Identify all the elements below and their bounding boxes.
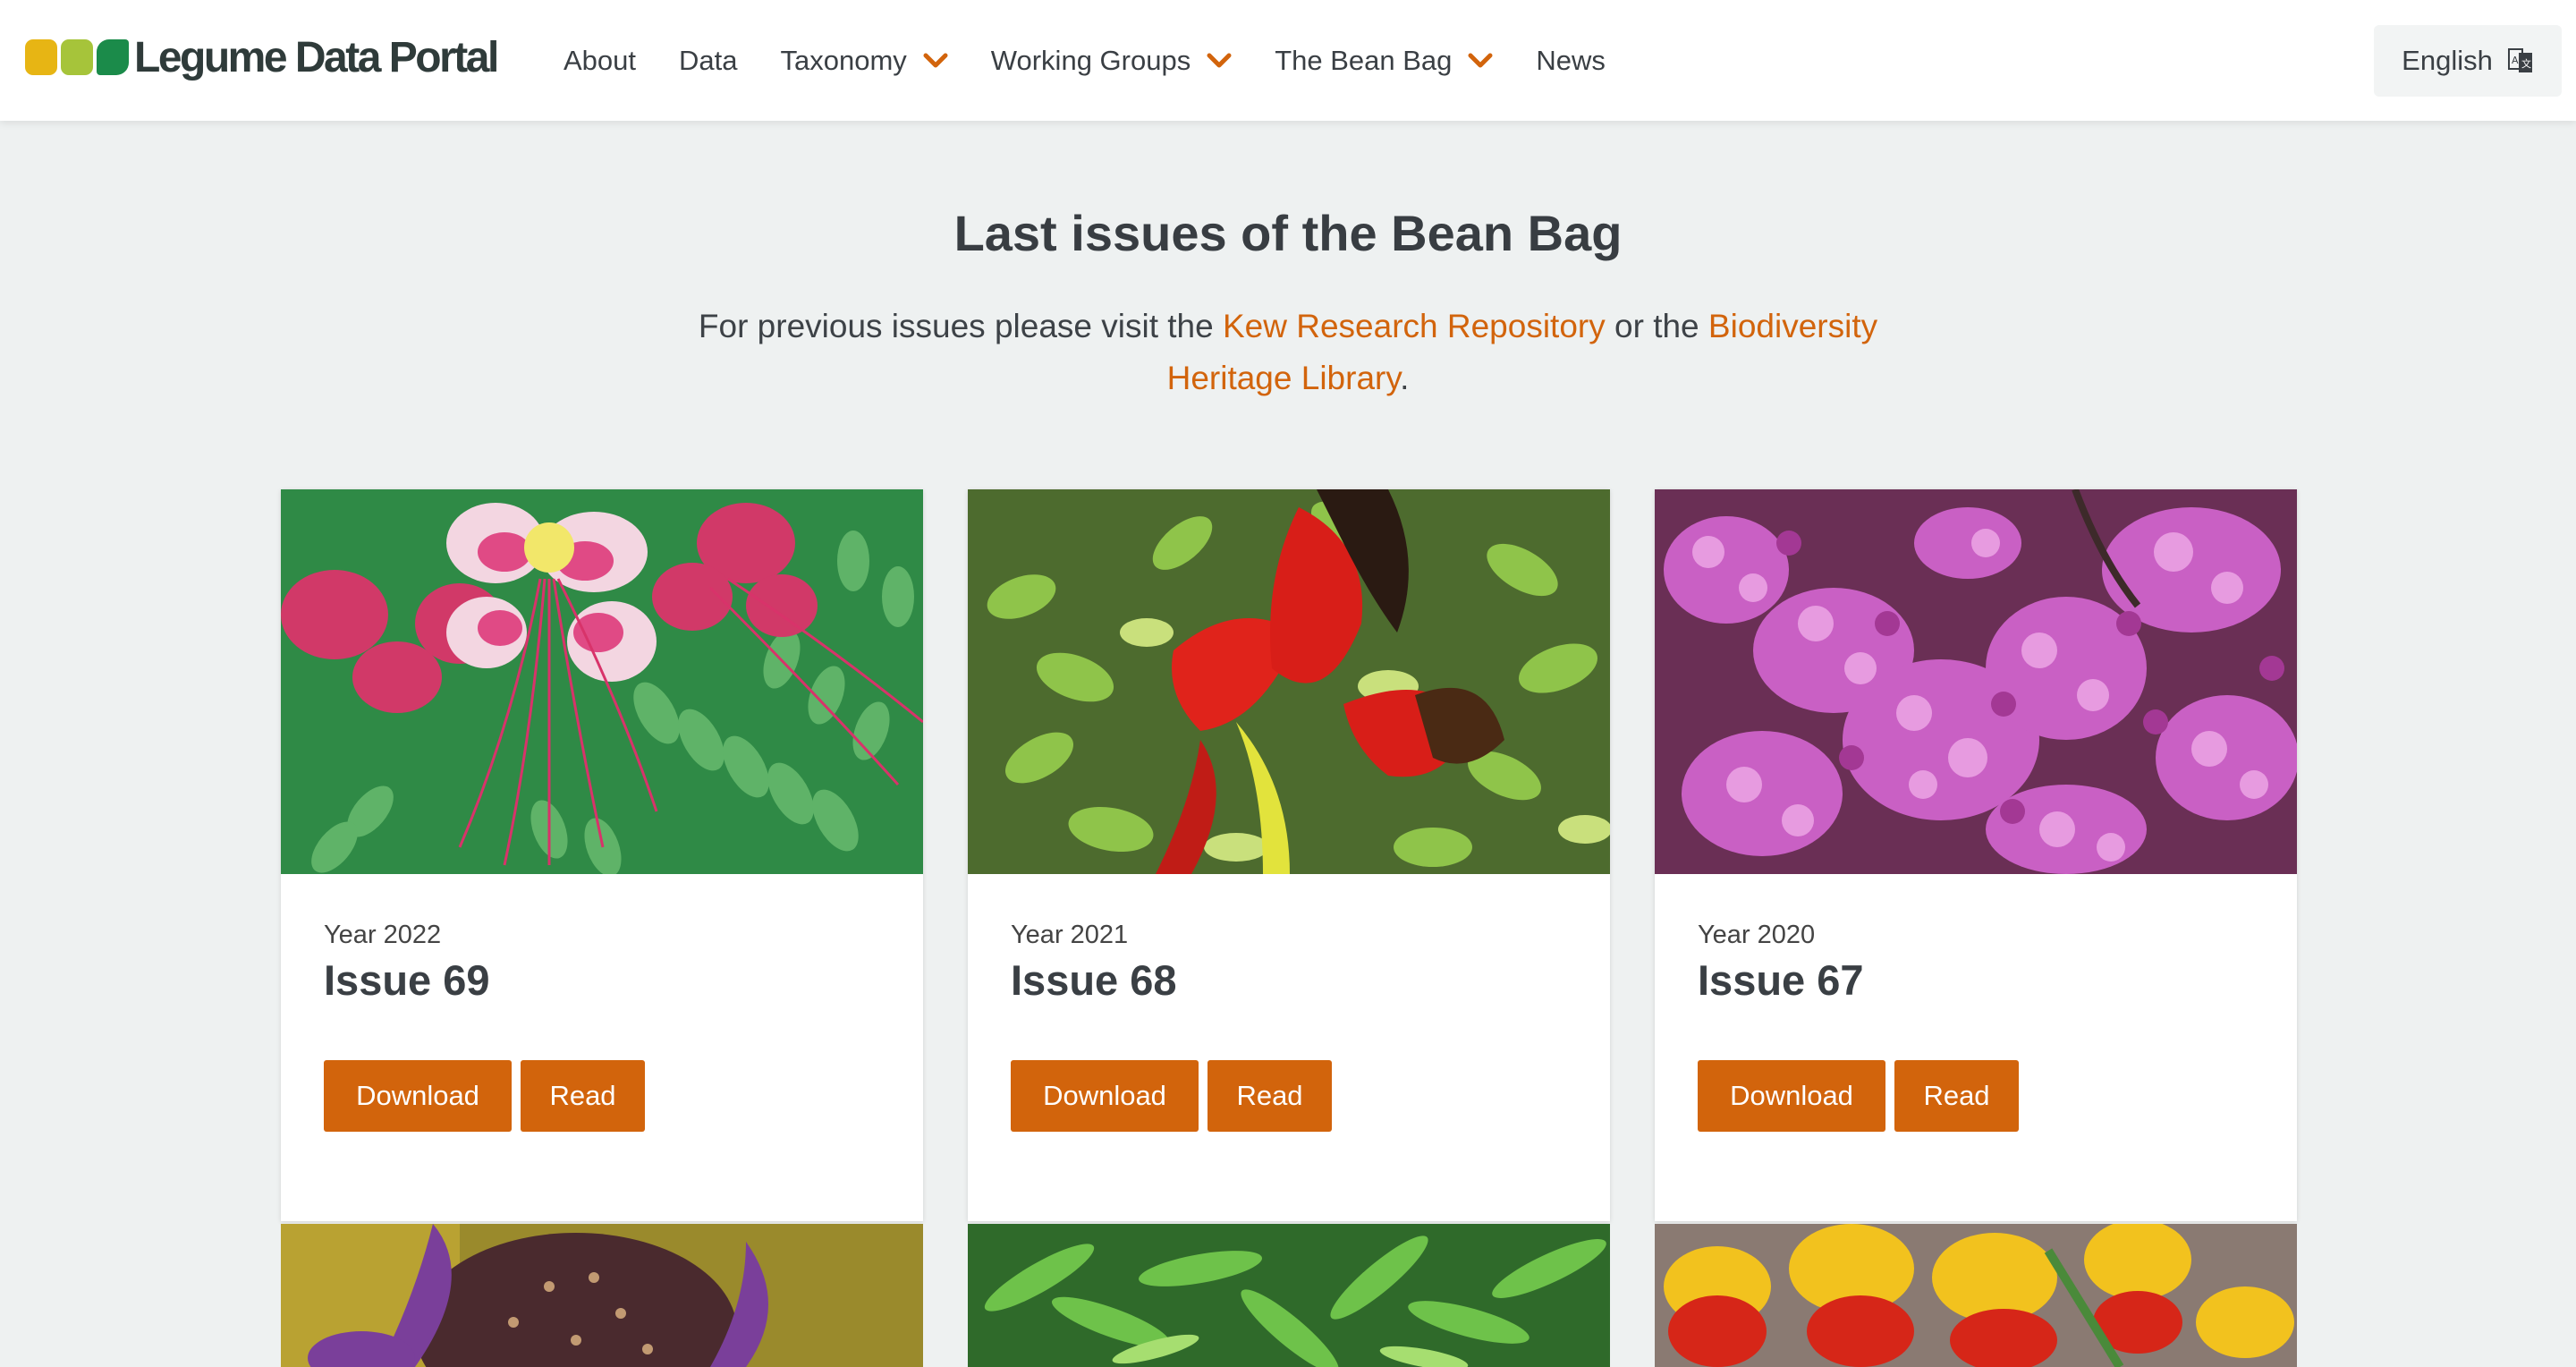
download-button[interactable]: Download — [1698, 1060, 1885, 1132]
nav-news[interactable]: News — [1536, 45, 1606, 77]
main-nav: About Data Taxonomy Working Groups The B… — [564, 0, 1648, 121]
green-leaves-photo[interactable] — [968, 1224, 1610, 1367]
svg-text:A: A — [2512, 55, 2519, 66]
issue-number: Issue 68 — [1011, 956, 1177, 1004]
site-logo[interactable]: Legume Data Portal — [25, 33, 499, 81]
logo-text: Legume Data Portal — [134, 33, 499, 81]
svg-text:文: 文 — [2521, 57, 2531, 70]
issue-year: Year 2021 — [1011, 921, 1129, 949]
intro-suffix: . — [1400, 360, 1410, 396]
read-button[interactable]: Read — [1208, 1060, 1332, 1132]
nav-bean-bag-label: The Bean Bag — [1275, 44, 1453, 76]
pink-white-flower-photo[interactable] — [281, 489, 923, 874]
intro-prefix: For previous issues please visit the — [698, 308, 1223, 344]
issue-year: Year 2022 — [324, 921, 442, 949]
issue-year: Year 2020 — [1698, 921, 1816, 949]
chevron-down-icon — [1468, 53, 1493, 67]
intro-text: For previous issues please visit the Kew… — [662, 301, 1914, 404]
nav-data-label: Data — [679, 44, 738, 76]
nav-bean-bag[interactable]: The Bean Bag — [1275, 45, 1493, 77]
nav-news-label: News — [1536, 44, 1606, 76]
nav-about[interactable]: About — [564, 45, 636, 77]
red-flower-photo[interactable] — [968, 489, 1610, 874]
issue-card: Year 2020 Issue 67 Download Read — [1655, 489, 2297, 1221]
download-button[interactable]: Download — [1011, 1060, 1199, 1132]
translate-icon: A 文 — [2507, 48, 2532, 72]
issue-card: Year 2021 Issue 68 Download Read — [968, 489, 1610, 1221]
nav-data[interactable]: Data — [679, 45, 737, 77]
read-button[interactable]: Read — [521, 1060, 645, 1132]
logo-mark-icon — [25, 39, 129, 75]
language-label: English — [2402, 45, 2493, 76]
read-button[interactable]: Read — [1894, 1060, 2019, 1132]
issue-number: Issue 67 — [1698, 956, 1864, 1004]
issue-card-body: Year 2020 Issue 67 Download Read — [1655, 874, 2297, 1221]
intro-mid: or the — [1605, 308, 1708, 344]
issue-card: Year 2022 Issue 69 Download Read — [281, 489, 923, 1221]
kew-repository-link[interactable]: Kew Research Repository — [1223, 308, 1606, 344]
magenta-blossoms-photo[interactable] — [1655, 489, 2297, 874]
download-button[interactable]: Download — [324, 1060, 512, 1132]
page-title: Last issues of the Bean Bag — [953, 205, 1623, 261]
issue-card-body: Year 2022 Issue 69 Download Read — [281, 874, 923, 1221]
nav-taxonomy[interactable]: Taxonomy — [781, 45, 948, 77]
chevron-down-icon — [923, 53, 948, 67]
nav-about-label: About — [564, 44, 637, 76]
top-navbar: Legume Data Portal About Data Taxonomy W… — [0, 0, 2576, 121]
chevron-down-icon — [1207, 53, 1232, 67]
purple-flower-photo[interactable] — [281, 1224, 923, 1367]
nav-working-groups-label: Working Groups — [990, 44, 1191, 76]
nav-working-groups[interactable]: Working Groups — [991, 45, 1232, 77]
nav-taxonomy-label: Taxonomy — [780, 44, 907, 76]
issue-card-body: Year 2021 Issue 68 Download Read — [968, 874, 1610, 1221]
yellow-red-flowers-photo[interactable] — [1655, 1224, 2297, 1367]
language-selector[interactable]: English A 文 — [2374, 25, 2562, 97]
issue-number: Issue 69 — [324, 956, 490, 1004]
